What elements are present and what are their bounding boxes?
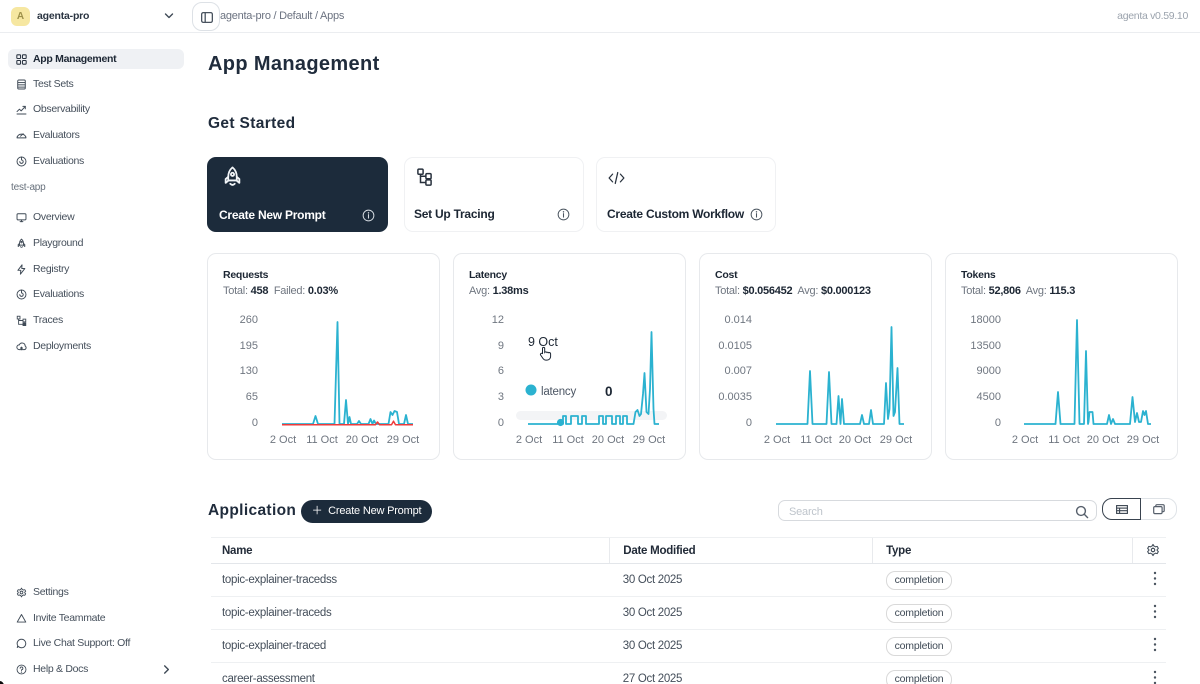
svg-text:13500: 13500	[970, 340, 1001, 352]
svg-text:11 Oct: 11 Oct	[800, 434, 832, 446]
svg-text:0: 0	[995, 417, 1001, 429]
svg-text:0.0035: 0.0035	[718, 391, 752, 403]
svg-text:0: 0	[605, 384, 613, 399]
svg-text:latency: latency	[541, 386, 576, 398]
svg-text:20 Oct: 20 Oct	[346, 434, 378, 446]
svg-text:260: 260	[240, 314, 258, 326]
svg-text:18000: 18000	[970, 314, 1001, 326]
svg-text:20 Oct: 20 Oct	[839, 434, 871, 446]
svg-text:2 Oct: 2 Oct	[270, 434, 296, 446]
svg-text:0.014: 0.014	[724, 314, 752, 326]
svg-text:29 Oct: 29 Oct	[633, 434, 665, 446]
svg-text:6: 6	[498, 365, 504, 377]
svg-text:4500: 4500	[977, 391, 1001, 403]
svg-text:20 Oct: 20 Oct	[1087, 434, 1119, 446]
svg-text:9000: 9000	[977, 365, 1001, 377]
svg-text:29 Oct: 29 Oct	[1127, 434, 1159, 446]
svg-text:29 Oct: 29 Oct	[387, 434, 419, 446]
svg-text:130: 130	[240, 365, 258, 377]
svg-text:2 Oct: 2 Oct	[764, 434, 790, 446]
svg-text:0.0105: 0.0105	[718, 340, 752, 352]
svg-text:12: 12	[492, 314, 504, 326]
svg-text:9: 9	[498, 340, 504, 352]
svg-text:3: 3	[498, 391, 504, 403]
svg-text:65: 65	[246, 391, 258, 403]
svg-text:0: 0	[498, 417, 504, 429]
svg-text:29 Oct: 29 Oct	[880, 434, 912, 446]
svg-text:11 Oct: 11 Oct	[552, 434, 584, 446]
svg-text:195: 195	[240, 340, 258, 352]
svg-text:0: 0	[746, 417, 752, 429]
svg-text:20 Oct: 20 Oct	[592, 434, 624, 446]
svg-text:9 Oct: 9 Oct	[528, 335, 558, 349]
svg-text:0: 0	[252, 417, 258, 429]
svg-text:2 Oct: 2 Oct	[1012, 434, 1038, 446]
svg-text:11 Oct: 11 Oct	[1048, 434, 1080, 446]
svg-text:0.007: 0.007	[724, 365, 752, 377]
svg-text:11 Oct: 11 Oct	[306, 434, 338, 446]
svg-text:2 Oct: 2 Oct	[516, 434, 542, 446]
